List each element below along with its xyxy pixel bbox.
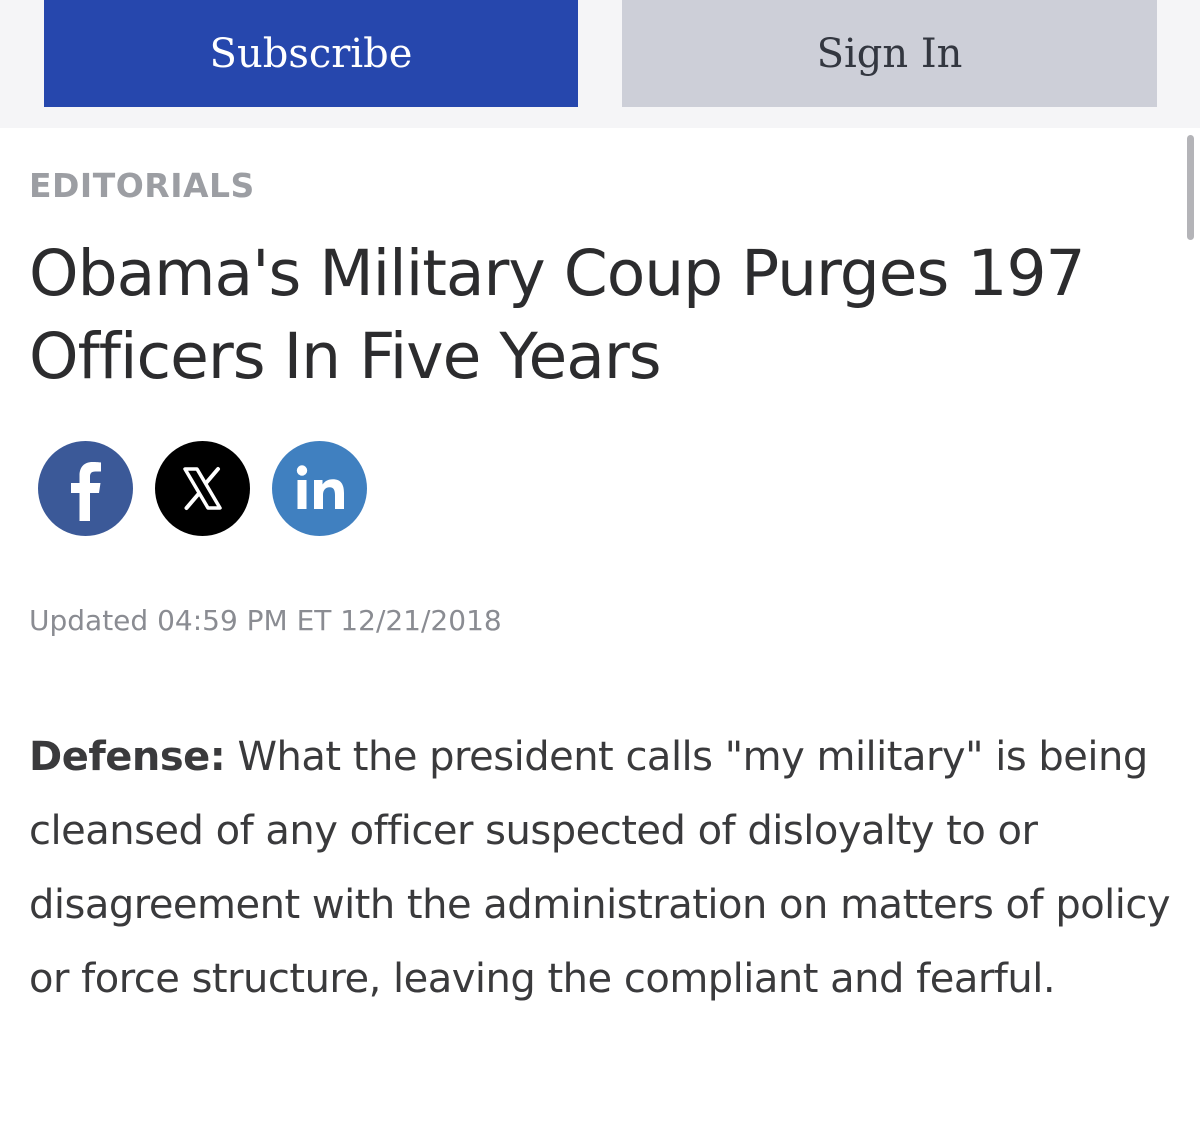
scrollbar[interactable] [1187,135,1194,240]
facebook-icon [71,462,101,521]
x-icon [183,467,222,510]
article-lede: Defense: What the president calls "my mi… [29,720,1179,1016]
linkedin-share-button[interactable] [272,441,367,536]
category-label[interactable]: EDITORIALS [29,166,255,205]
x-share-button[interactable] [155,441,250,536]
updated-timestamp: Updated 04:59 PM ET 12/21/2018 [29,604,502,637]
facebook-share-button[interactable] [38,441,133,536]
sign-in-button[interactable]: Sign In [622,0,1157,107]
lede-label: Defense: [29,734,226,780]
top-bar: Subscribe Sign In [0,0,1200,128]
linkedin-icon [296,465,344,509]
article-title: Obama's Military Coup Purges 197 Officer… [29,237,1086,393]
subscribe-button[interactable]: Subscribe [44,0,578,107]
